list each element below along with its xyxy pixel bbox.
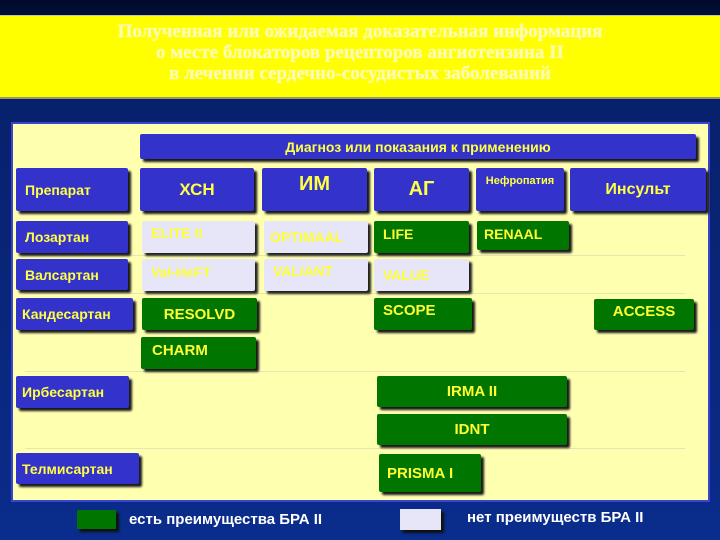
- column-header-nephropathy: Нефропатия: [476, 168, 564, 211]
- row-divider: [25, 448, 685, 449]
- row-divider: [25, 371, 685, 372]
- trial-irma-ii: IRMA II: [377, 376, 567, 407]
- title-line-1: Полученная или ожидаемая доказательная и…: [117, 21, 603, 42]
- trial-life: LIFE: [374, 221, 469, 253]
- trial-idnt: IDNT: [377, 414, 567, 445]
- drug-column-header: Препарат: [16, 168, 128, 211]
- legend-label-benefit: есть преимущества БРА II: [129, 511, 323, 528]
- drug-label-candesartan: Кандесартан: [16, 298, 133, 330]
- trial-prisma-i: PRISMA I: [379, 454, 481, 492]
- trial-elite-ii: ELITE II: [142, 221, 255, 253]
- trial-val-heft: Val-HeFT: [142, 259, 255, 291]
- row-divider: [25, 293, 685, 294]
- column-header-mi: ИМ: [262, 168, 367, 211]
- trial-value: VALUE: [374, 259, 469, 291]
- drug-label-losartan: Лозартан: [16, 221, 128, 253]
- trial-charm: CHARM: [141, 337, 256, 369]
- trial-scope: SCOPE: [374, 298, 472, 330]
- column-header-hypertension: АГ: [374, 168, 469, 211]
- trial-resolvd: RESOLVD: [142, 298, 257, 330]
- diagnosis-header: Диагноз или показания к применению: [140, 134, 696, 159]
- drug-label-valsartan: Валсартан: [16, 259, 128, 290]
- legend-swatch-benefit: [77, 510, 116, 529]
- trial-valiant: VALIANT: [264, 259, 368, 291]
- column-header-stroke: Инсульт: [570, 168, 706, 211]
- legend-swatch-no-benefit: [400, 509, 441, 530]
- column-header-chf: ХСН: [140, 168, 254, 211]
- title-line-3: в лечении сердечно-сосудистых заболевани…: [168, 63, 551, 84]
- trial-optimaal: OPTIMAAL: [264, 221, 368, 253]
- drug-label-irbesartan: Ирбесартан: [16, 376, 129, 408]
- evidence-table: Диагноз или показания к применению Препа…: [11, 122, 710, 502]
- row-divider: [25, 255, 685, 256]
- legend-label-no-benefit: нет преимуществ БРА II: [467, 509, 644, 526]
- trial-access: ACCESS: [594, 299, 694, 330]
- title-line-2: о месте блокаторов рецепторов ангиотензи…: [156, 42, 564, 63]
- drug-label-telmisartan: Телмисартан: [16, 453, 139, 484]
- trial-renaal: RENAAL: [477, 221, 569, 250]
- slide-title: Полученная или ожидаемая доказательная и…: [0, 15, 720, 99]
